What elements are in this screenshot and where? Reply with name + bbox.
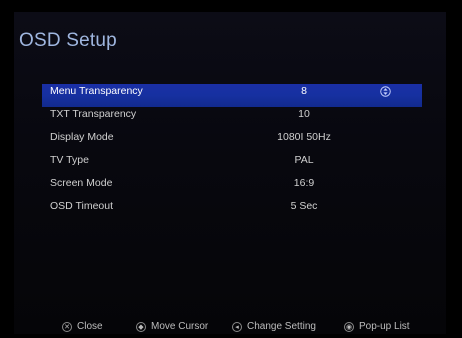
menu-row-label: OSD Timeout bbox=[50, 200, 114, 212]
footer-hint-label: Change Setting bbox=[247, 321, 316, 332]
footer-hint-close[interactable]: ✕ Close bbox=[62, 321, 103, 332]
footer-hint-label: Pop-up List bbox=[359, 321, 410, 332]
menu-row-osd-timeout[interactable]: OSD Timeout 5 Sec bbox=[42, 199, 422, 222]
change-setting-icon: ◂ bbox=[232, 321, 242, 332]
move-cursor-icon: ◆ bbox=[136, 321, 146, 332]
page-title: OSD Setup bbox=[19, 30, 117, 51]
footer-hint-move-cursor[interactable]: ◆ Move Cursor bbox=[136, 321, 208, 332]
footer-hint-change-setting[interactable]: ◂ Change Setting bbox=[232, 321, 316, 332]
up-down-arrows-icon bbox=[380, 86, 391, 97]
menu-row-txt-transparency[interactable]: TXT Transparency 10 bbox=[42, 107, 422, 130]
menu-row-screen-mode[interactable]: Screen Mode 16:9 bbox=[42, 176, 422, 199]
menu-row-label: Screen Mode bbox=[50, 177, 113, 189]
exit-icon: ✕ bbox=[62, 321, 72, 332]
menu-row-label: TV Type bbox=[50, 154, 89, 166]
footer-hint-popup-list[interactable]: ◉ Pop-up List bbox=[344, 321, 410, 332]
footer-hint-label: Move Cursor bbox=[151, 321, 209, 332]
menu-row-menu-transparency[interactable]: Menu Transparency 8 bbox=[42, 84, 422, 107]
menu-row-label: Menu Transparency bbox=[50, 85, 143, 97]
menu-row-label: Display Mode bbox=[50, 131, 114, 143]
menu-row-display-mode[interactable]: Display Mode 1080I 50Hz bbox=[42, 130, 422, 153]
menu-row-label: TXT Transparency bbox=[50, 108, 137, 120]
footer-hints: ✕ Close ◆ Move Cursor ◂ Change Setting ◉… bbox=[0, 321, 462, 335]
popup-list-icon: ◉ bbox=[344, 321, 354, 332]
settings-menu: Menu Transparency 8 TXT Transparency 10 … bbox=[42, 84, 422, 222]
footer-hint-label: Close bbox=[77, 321, 103, 332]
menu-row-tv-type[interactable]: TV Type PAL bbox=[42, 153, 422, 176]
